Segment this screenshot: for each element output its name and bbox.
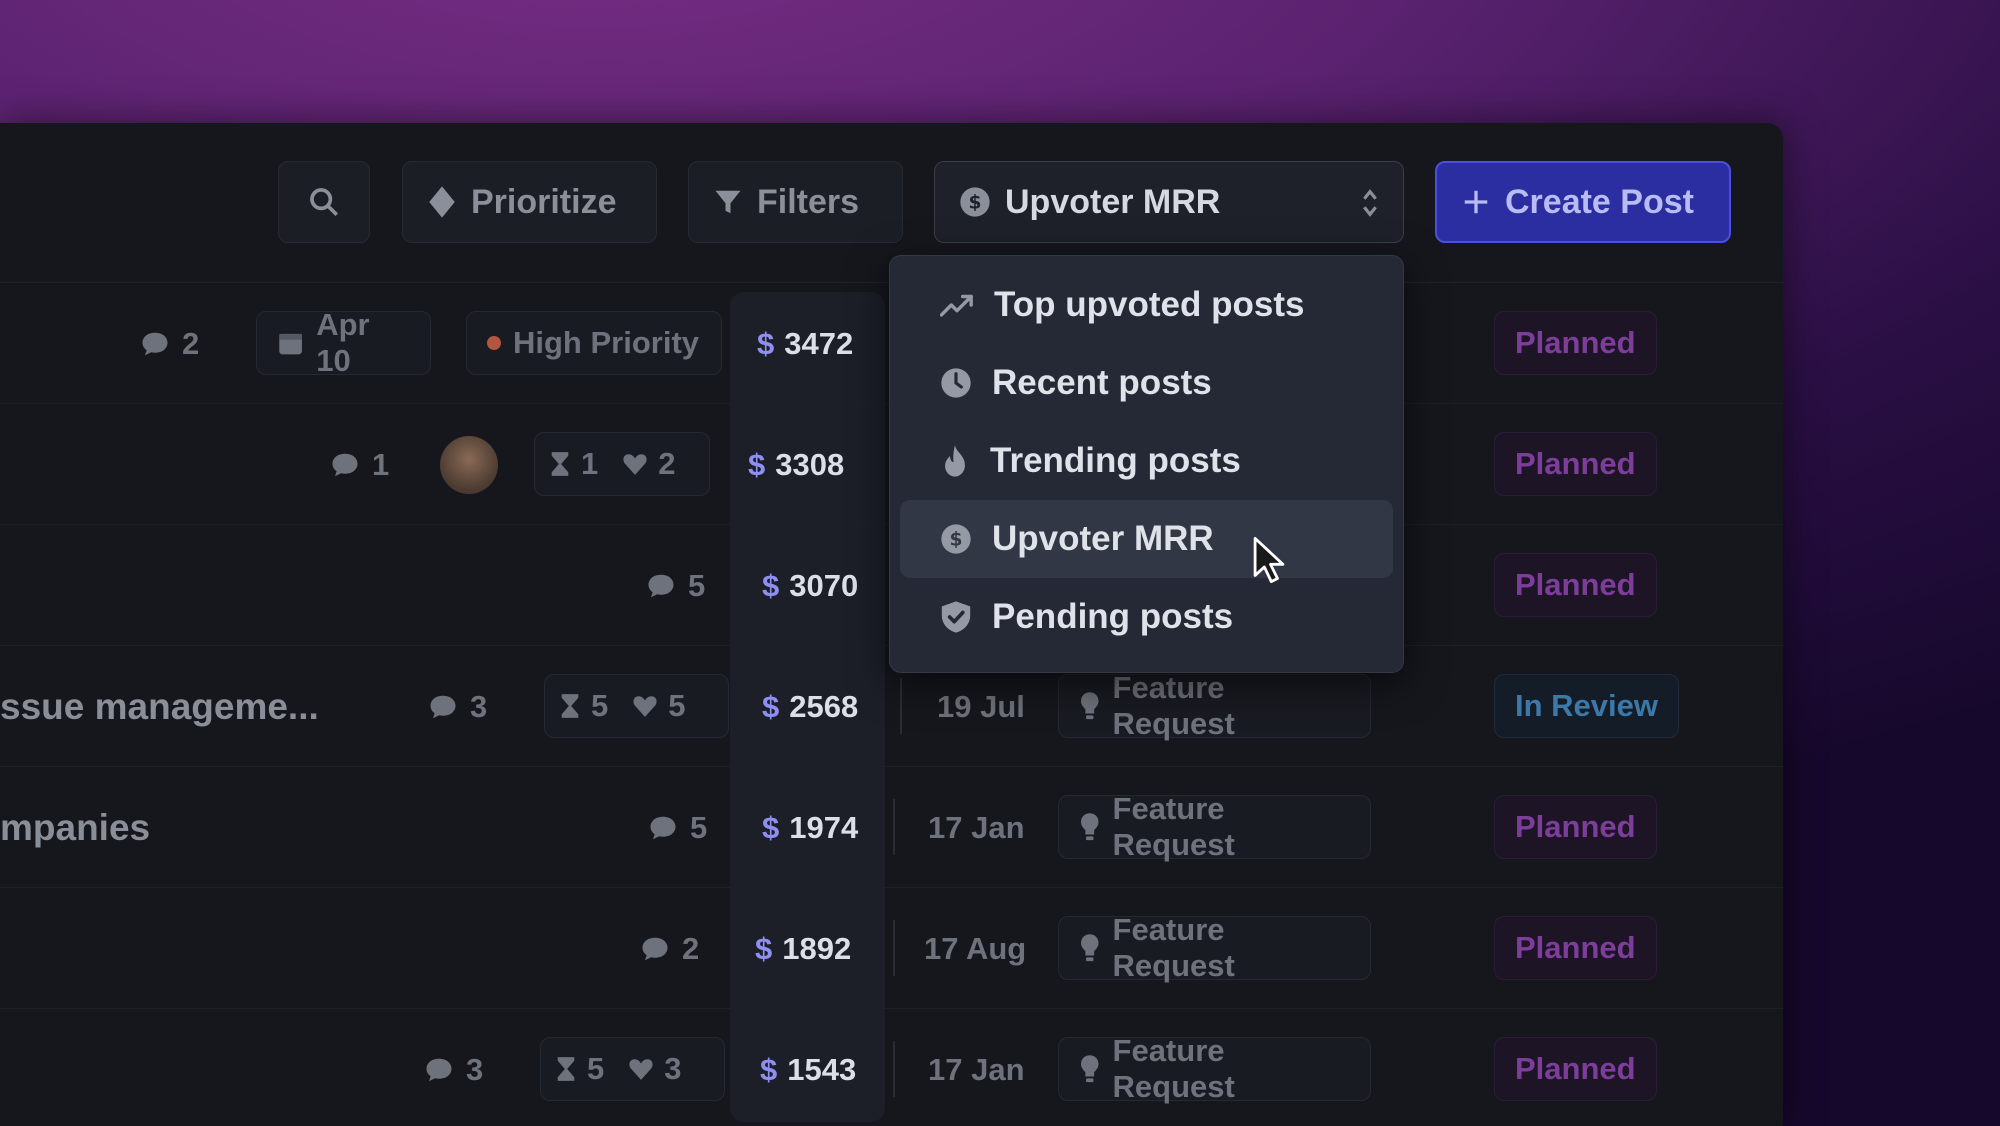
menu-item-pending[interactable]: Pending posts xyxy=(900,578,1393,656)
post-title[interactable]: ssue manageme... xyxy=(0,646,319,767)
filter-icon xyxy=(715,190,741,214)
post-date: 17 Aug xyxy=(924,930,1027,966)
comment-icon xyxy=(430,695,456,718)
trending-up-icon xyxy=(940,294,973,317)
heart-icon xyxy=(633,696,657,717)
table-row[interactable]: 2 $ 1892 17 Aug Feature Request Planned xyxy=(0,888,1783,1009)
comment-count: 1 xyxy=(330,404,389,525)
heart-icon xyxy=(629,1059,653,1080)
status-badge[interactable]: Planned xyxy=(1494,1037,1657,1101)
sort-select[interactable]: $ Upvoter MRR xyxy=(934,161,1404,243)
priority-chip[interactable]: High Priority xyxy=(466,311,722,375)
vote-chip[interactable]: 5 5 xyxy=(544,674,729,738)
comment-count: 3 xyxy=(424,1009,483,1126)
prioritize-button[interactable]: Prioritize xyxy=(402,161,657,243)
hourglass-icon xyxy=(557,1057,575,1081)
status-badge[interactable]: In Review xyxy=(1494,674,1679,738)
divider xyxy=(893,1041,895,1097)
upvoter-mrr: $ 1892 xyxy=(755,930,852,966)
menu-item-top-upvoted[interactable]: Top upvoted posts xyxy=(900,266,1393,344)
vote-chip[interactable]: 5 3 xyxy=(540,1037,725,1101)
create-post-label: Create Post xyxy=(1505,182,1694,221)
flame-icon xyxy=(945,445,965,477)
lightbulb-icon xyxy=(1081,813,1099,841)
tag-chip[interactable]: Feature Request xyxy=(1058,670,1371,741)
heart-icon xyxy=(623,454,647,475)
filters-button[interactable]: Filters xyxy=(688,161,903,243)
comment-count: 2 xyxy=(640,888,699,1009)
menu-item-label: Recent posts xyxy=(992,363,1212,402)
comment-icon xyxy=(142,332,168,355)
upvoter-mrr: $ 1974 xyxy=(762,809,859,845)
comment-icon xyxy=(642,937,668,960)
plus-icon xyxy=(1464,190,1488,214)
status-badge[interactable]: Planned xyxy=(1494,553,1657,617)
tag-chip[interactable]: Feature Request xyxy=(1058,791,1371,862)
upvoter-mrr: $ 1543 xyxy=(760,1051,857,1087)
priority-dot-icon xyxy=(487,336,501,350)
menu-item-recent[interactable]: Recent posts xyxy=(900,344,1393,422)
shield-check-icon xyxy=(941,601,971,633)
svg-text:$: $ xyxy=(969,193,982,214)
menu-item-label: Trending posts xyxy=(990,441,1241,480)
lightbulb-icon xyxy=(1081,934,1099,962)
comment-icon xyxy=(650,816,676,839)
upvoter-mrr: $ 2568 xyxy=(762,688,859,724)
sort-label: Upvoter MRR xyxy=(1005,182,1221,221)
dollar-circle-icon: $ xyxy=(960,187,990,217)
menu-item-label: Top upvoted posts xyxy=(994,285,1305,324)
post-title[interactable]: mpanies xyxy=(0,767,150,888)
due-date-chip[interactable]: Apr 10 xyxy=(256,307,431,378)
chevron-up-down-icon xyxy=(1363,189,1377,217)
menu-item-trending[interactable]: Trending posts xyxy=(900,422,1393,500)
comment-count: 2 xyxy=(140,283,199,404)
avatar[interactable] xyxy=(440,436,498,494)
filters-label: Filters xyxy=(757,182,860,221)
hourglass-icon xyxy=(561,694,579,718)
prioritize-label: Prioritize xyxy=(471,182,617,221)
table-row[interactable]: mpanies 5 $ 1974 17 Jan Feature Request … xyxy=(0,767,1783,888)
upvoter-mrr: $ 3070 xyxy=(762,567,859,603)
posts-panel: Prioritize Filters $ Upvoter MRR Create … xyxy=(0,123,1783,1126)
tag-chip[interactable]: Feature Request xyxy=(1058,1033,1371,1104)
create-post-button[interactable]: Create Post xyxy=(1435,161,1731,243)
hourglass-icon xyxy=(551,452,569,476)
upvoter-mrr: $ 3472 xyxy=(757,325,854,361)
comment-count: 3 xyxy=(428,646,487,767)
comment-icon xyxy=(648,574,674,597)
search-button[interactable] xyxy=(278,161,370,243)
menu-item-label: Pending posts xyxy=(992,597,1234,636)
comment-count: 5 xyxy=(646,525,705,646)
divider xyxy=(900,678,902,734)
menu-item-label: Upvoter MRR xyxy=(992,519,1214,558)
status-badge[interactable]: Planned xyxy=(1494,916,1657,980)
menu-item-upvoter-mrr[interactable]: $ Upvoter MRR xyxy=(900,500,1393,578)
table-row[interactable]: 3 5 3 $ 1543 17 Jan Feature Request Plan… xyxy=(0,1009,1783,1126)
vote-chip[interactable]: 1 2 xyxy=(534,432,710,496)
status-badge[interactable]: Planned xyxy=(1494,795,1657,859)
post-date: 17 Jan xyxy=(928,809,1025,845)
mouse-cursor-icon xyxy=(1253,536,1285,584)
comment-icon xyxy=(426,1058,452,1081)
lightbulb-icon xyxy=(1081,692,1099,720)
calendar-icon xyxy=(279,333,302,355)
status-badge[interactable]: Planned xyxy=(1494,432,1657,496)
tag-chip[interactable]: Feature Request xyxy=(1058,912,1371,983)
upvoter-mrr: $ 3308 xyxy=(748,446,845,482)
sort-dropdown-menu: Top upvoted posts Recent posts Trending … xyxy=(889,255,1404,673)
post-date: 17 Jan xyxy=(928,1051,1025,1087)
search-icon xyxy=(310,188,339,217)
clock-icon xyxy=(941,368,971,398)
comment-count: 5 xyxy=(648,767,707,888)
dollar-circle-icon: $ xyxy=(941,524,971,554)
lightbulb-icon xyxy=(1081,1055,1099,1083)
divider xyxy=(893,799,895,855)
svg-text:$: $ xyxy=(950,530,963,551)
status-badge[interactable]: Planned xyxy=(1494,311,1657,375)
comment-icon xyxy=(332,453,358,476)
diamond-icon xyxy=(429,186,455,218)
divider xyxy=(893,920,895,976)
